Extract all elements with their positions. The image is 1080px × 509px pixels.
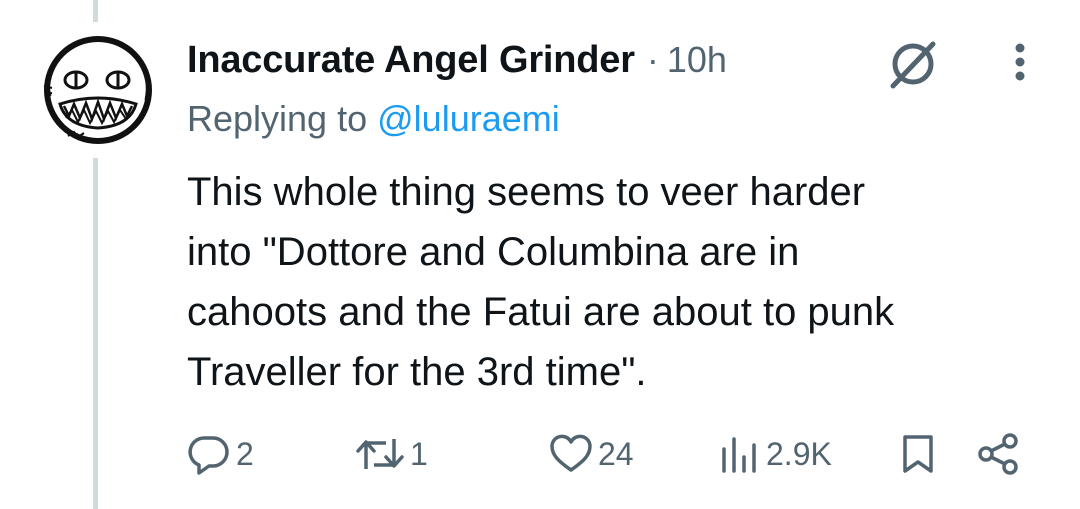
bookmark-icon — [903, 435, 933, 473]
bookmark-button[interactable] — [898, 426, 938, 482]
views-icon — [722, 437, 756, 473]
reply-count: 2 — [236, 435, 254, 472]
avatar[interactable] — [38, 30, 158, 150]
thread-line-bottom — [93, 158, 98, 509]
more-icon[interactable] — [1002, 38, 1038, 90]
tweet-text-line: Traveller for the 3rd time". — [187, 350, 647, 394]
author-name[interactable]: Inaccurate Angel Grinder — [187, 39, 635, 82]
repost-count: 1 — [410, 435, 428, 472]
like-button[interactable]: 24 — [548, 426, 634, 482]
grok-icon[interactable] — [885, 36, 941, 92]
like-count: 24 — [598, 435, 634, 472]
repost-icon — [356, 439, 404, 469]
repost-button[interactable]: 1 — [354, 426, 428, 482]
views-count: 2.9K — [766, 435, 832, 472]
reply-icon — [188, 436, 229, 475]
tweet-text-line: This whole thing seems to veer harder — [187, 170, 866, 214]
thread-line-top — [93, 0, 98, 22]
share-icon — [978, 433, 1018, 475]
tweet-header: Inaccurate Angel Grinder · 10h — [187, 30, 727, 90]
action-bar: 2 1 24 2.9K — [186, 426, 1046, 482]
reply-button[interactable]: 2 — [186, 426, 254, 482]
tweet-text-line: into "Dottore and Columbina are in — [187, 230, 800, 274]
views-button[interactable]: 2.9K — [718, 426, 832, 482]
tweet-text: This whole thing seems to veer harder in… — [187, 162, 1047, 402]
timestamp[interactable]: 10h — [667, 39, 727, 81]
reply-prefix: Replying to — [187, 98, 368, 139]
like-icon — [550, 434, 592, 472]
replying-to: Replying to @luluraemi — [187, 98, 560, 140]
separator-dot: · — [646, 39, 659, 80]
avatar-drawing-icon — [43, 36, 152, 144]
reply-handle-link[interactable]: @luluraemi — [377, 98, 560, 139]
share-button[interactable] — [976, 426, 1022, 482]
tweet-text-line: cahoots and the Fatui are about to punk — [187, 290, 895, 334]
